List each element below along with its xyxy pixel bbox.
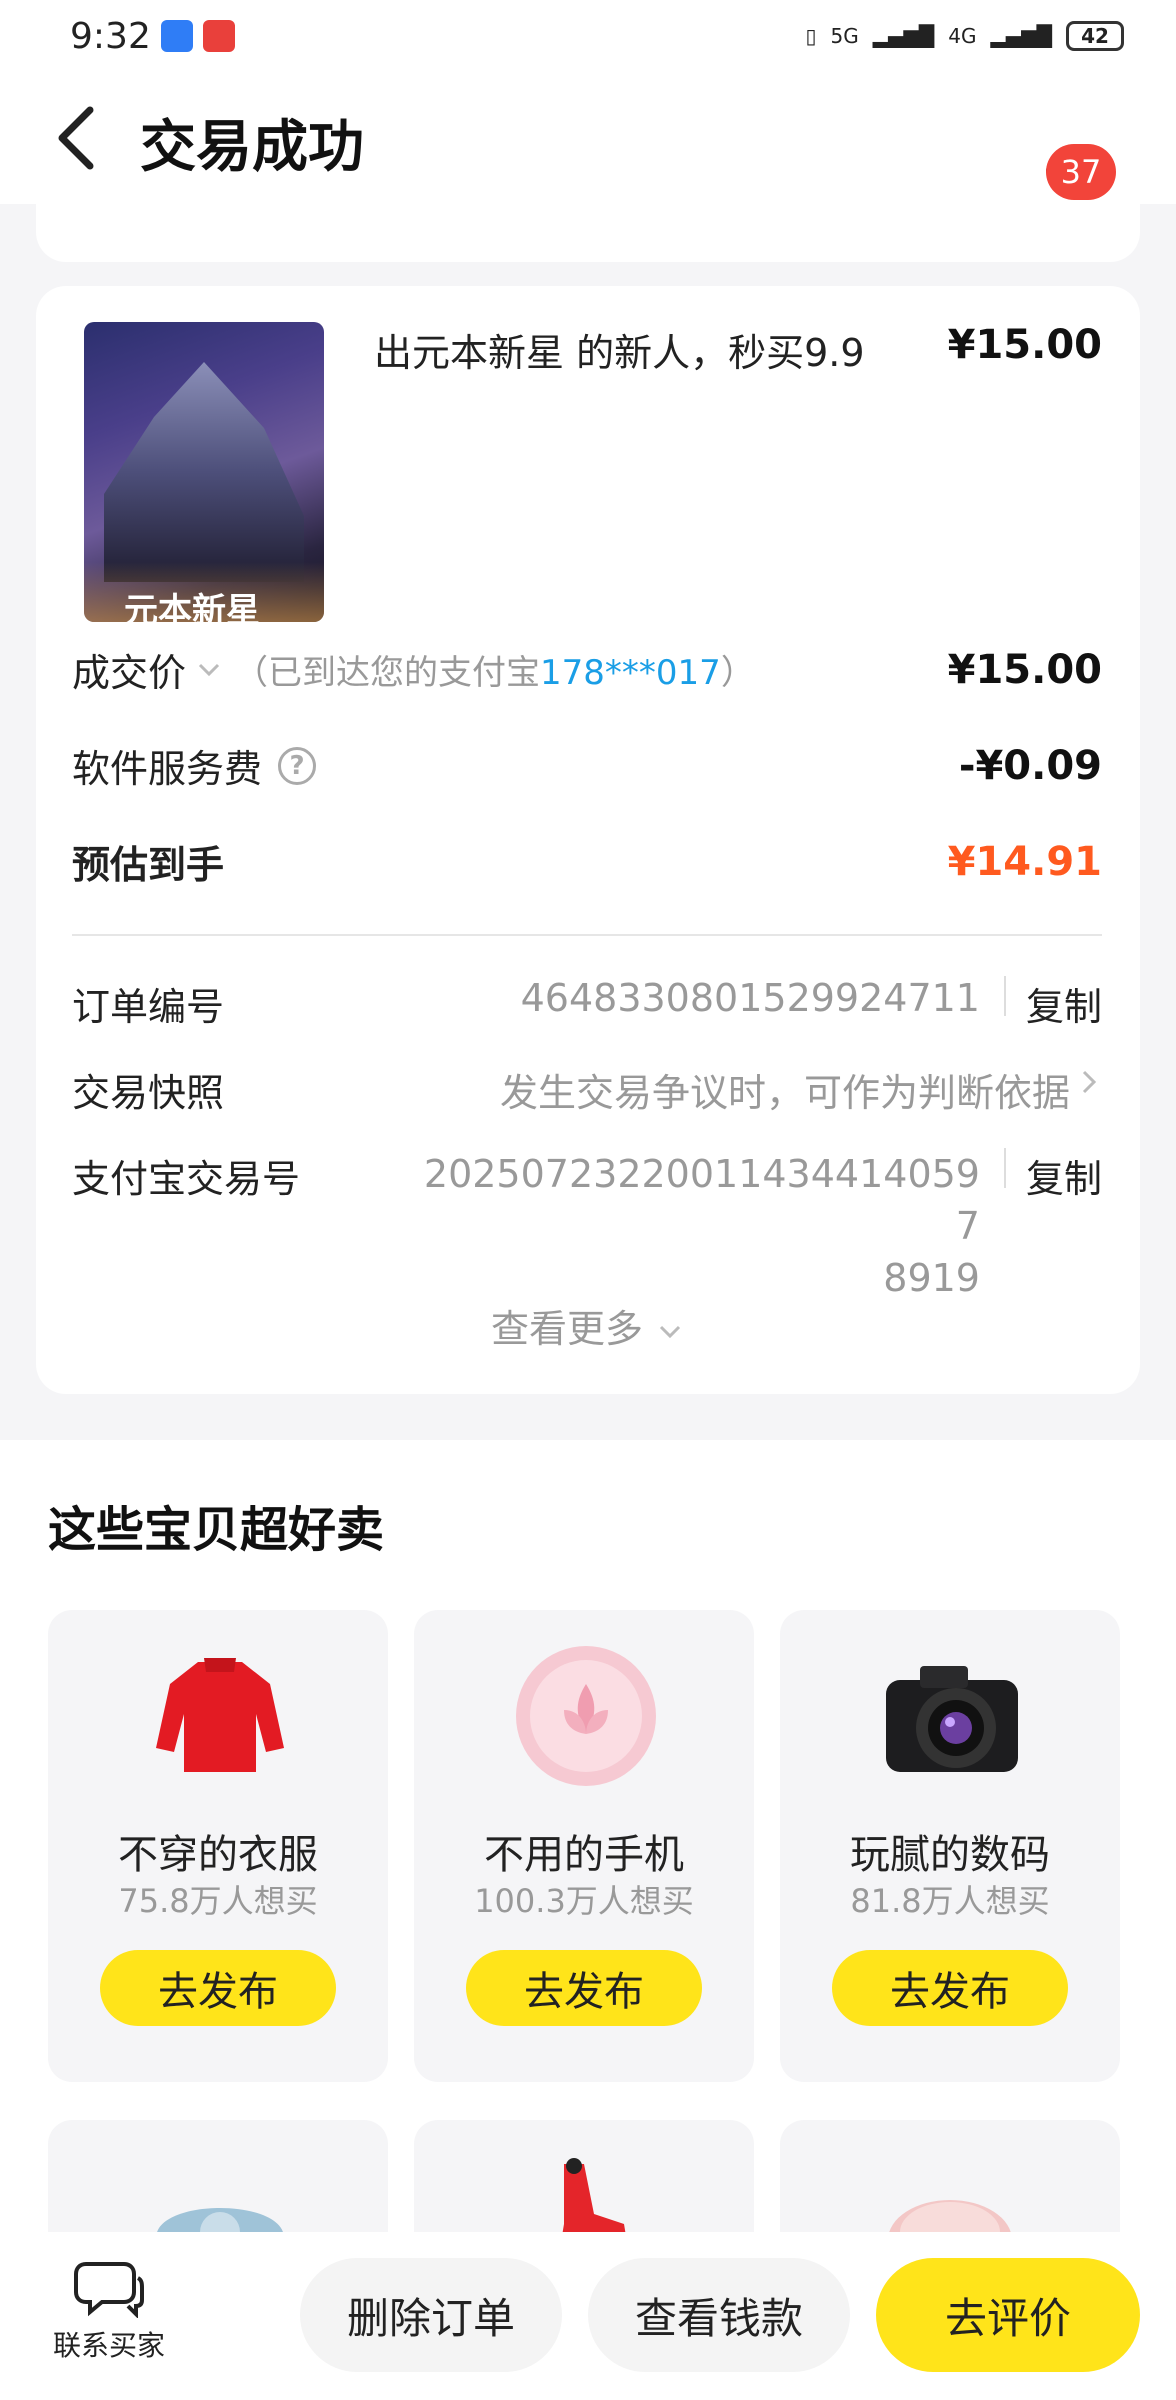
- back-arrow-icon[interactable]: [50, 102, 110, 174]
- signal-icon-2: ▂▄▆█: [990, 24, 1052, 48]
- deal-price-label[interactable]: 成交价: [72, 642, 186, 697]
- chat-bubble-icon: [74, 2262, 144, 2318]
- estimated-income-row: 预估到手 ¥14.91: [72, 834, 1102, 889]
- service-fee-value: -¥0.09: [958, 742, 1102, 789]
- deal-price-row: 成交价 （已到达您的支付宝178***017） ¥15.00: [72, 642, 1102, 697]
- sweater-icon: [156, 1658, 284, 1772]
- delete-order-button[interactable]: 删除订单: [300, 2258, 562, 2372]
- divider: [72, 934, 1102, 936]
- publish-button[interactable]: 去发布: [466, 1950, 702, 2026]
- trade-snapshot-label: 交易快照: [72, 1071, 225, 1115]
- help-icon[interactable]: ?: [278, 746, 317, 785]
- service-fee-row: 软件服务费 ? -¥0.09: [72, 738, 1102, 793]
- order-number-value: 4648330801529924711: [520, 976, 980, 1020]
- alipay-trade-row: 支付宝交易号 20250723220011434414059​7 8919 复制: [72, 1148, 1102, 1304]
- estimated-income-value: ¥14.91: [947, 838, 1102, 885]
- publish-button[interactable]: 去发布: [832, 1950, 1068, 2026]
- tile-want-count: 75.8万人想买: [118, 1882, 318, 1920]
- network-4g: 4G: [948, 24, 977, 48]
- view-money-button[interactable]: 查看钱款: [588, 2258, 850, 2372]
- camera-icon: [886, 1666, 1018, 1772]
- battery-icon: 42: [1066, 21, 1124, 51]
- section-title: 这些宝贝超好卖: [48, 1502, 385, 1558]
- app-notification-icon: [160, 20, 193, 52]
- contact-buyer-button[interactable]: 联系买家: [44, 2256, 174, 2364]
- deal-price-note: （已到达您的支付宝178***017）: [234, 653, 755, 693]
- item-thumbnail[interactable]: 元本新星: [84, 322, 324, 622]
- order-number-label: 订单编号: [72, 985, 225, 1029]
- chevron-down-icon: [659, 1325, 681, 1338]
- trade-snapshot-value: 发生交易争议时，可作为判断依据: [499, 1071, 1070, 1115]
- app-notification-icon-2: [202, 20, 235, 52]
- status-bar: 9:32 ▯ 5G ▂▄▆█ 4G ▂▄▆█ 42: [0, 0, 1176, 72]
- phone-icon: [516, 1646, 656, 1786]
- deal-price-value: ¥15.00: [947, 646, 1102, 693]
- signal-icon: ▂▄▆█: [872, 24, 935, 48]
- trade-snapshot-row[interactable]: 交易快照 发生交易争议时，可作为判断依据: [72, 1062, 1102, 1117]
- item-title[interactable]: 出元本新星 的新人，秒买9.9: [374, 322, 865, 377]
- notification-badge: 37: [1046, 144, 1116, 200]
- vibrate-icon: ▯: [805, 24, 817, 48]
- previous-card-edge: [36, 204, 1140, 262]
- tile-digital[interactable]: 玩腻的数码 81.8万人想买 去发布: [780, 1610, 1120, 2082]
- publish-button[interactable]: 去发布: [100, 1950, 336, 2026]
- order-card: 元本新星 出元本新星 的新人，秒买9.9 ¥15.00 成交价 （已到达您的支付…: [36, 286, 1140, 1394]
- alipay-trade-value: 20250723220011434414059​7 8919: [423, 1152, 980, 1300]
- estimated-income-label: 预估到手: [72, 843, 225, 887]
- alipay-account: 178***017: [540, 653, 721, 693]
- see-more-button[interactable]: 查看更多: [36, 1298, 1140, 1353]
- page-header: 交易成功 37: [0, 72, 1176, 204]
- alipay-trade-label: 支付宝交易号: [72, 1157, 301, 1201]
- copy-alipay-trade-button[interactable]: 复制: [1026, 1148, 1102, 1304]
- thumbnail-caption: 元本新星: [124, 591, 260, 622]
- status-time: 9:32: [70, 15, 151, 57]
- battery-level: 42: [1081, 24, 1109, 48]
- review-button[interactable]: 去评价: [876, 2258, 1140, 2372]
- network-5g: 5G: [830, 24, 859, 48]
- tile-clothes[interactable]: 不穿的衣服 75.8万人想买 去发布: [48, 1610, 388, 2082]
- copy-order-number-button[interactable]: 复制: [1026, 976, 1102, 1031]
- tile-phone[interactable]: 不用的手机 100.3万人想买 去发布: [414, 1610, 754, 2082]
- item-price: ¥15.00: [947, 322, 1102, 368]
- bottom-action-bar: 联系买家 删除订单 查看钱款 去评价: [0, 2232, 1176, 2400]
- service-fee-label: 软件服务费: [72, 747, 263, 791]
- tile-want-count: 81.8万人想买: [850, 1882, 1050, 1920]
- tile-name: 不穿的衣服: [118, 1832, 318, 1878]
- tile-want-count: 100.3万人想买: [474, 1882, 694, 1920]
- tile-name: 玩腻的数码: [850, 1832, 1050, 1878]
- order-number-row: 订单编号 4648330801529924711 复制: [72, 976, 1102, 1031]
- page-title: 交易成功: [140, 115, 364, 180]
- contact-buyer-label: 联系买家: [52, 2329, 165, 2362]
- tile-name: 不用的手机: [484, 1832, 684, 1878]
- chevron-down-icon[interactable]: [194, 655, 224, 685]
- chevron-right-icon: [1082, 1070, 1097, 1094]
